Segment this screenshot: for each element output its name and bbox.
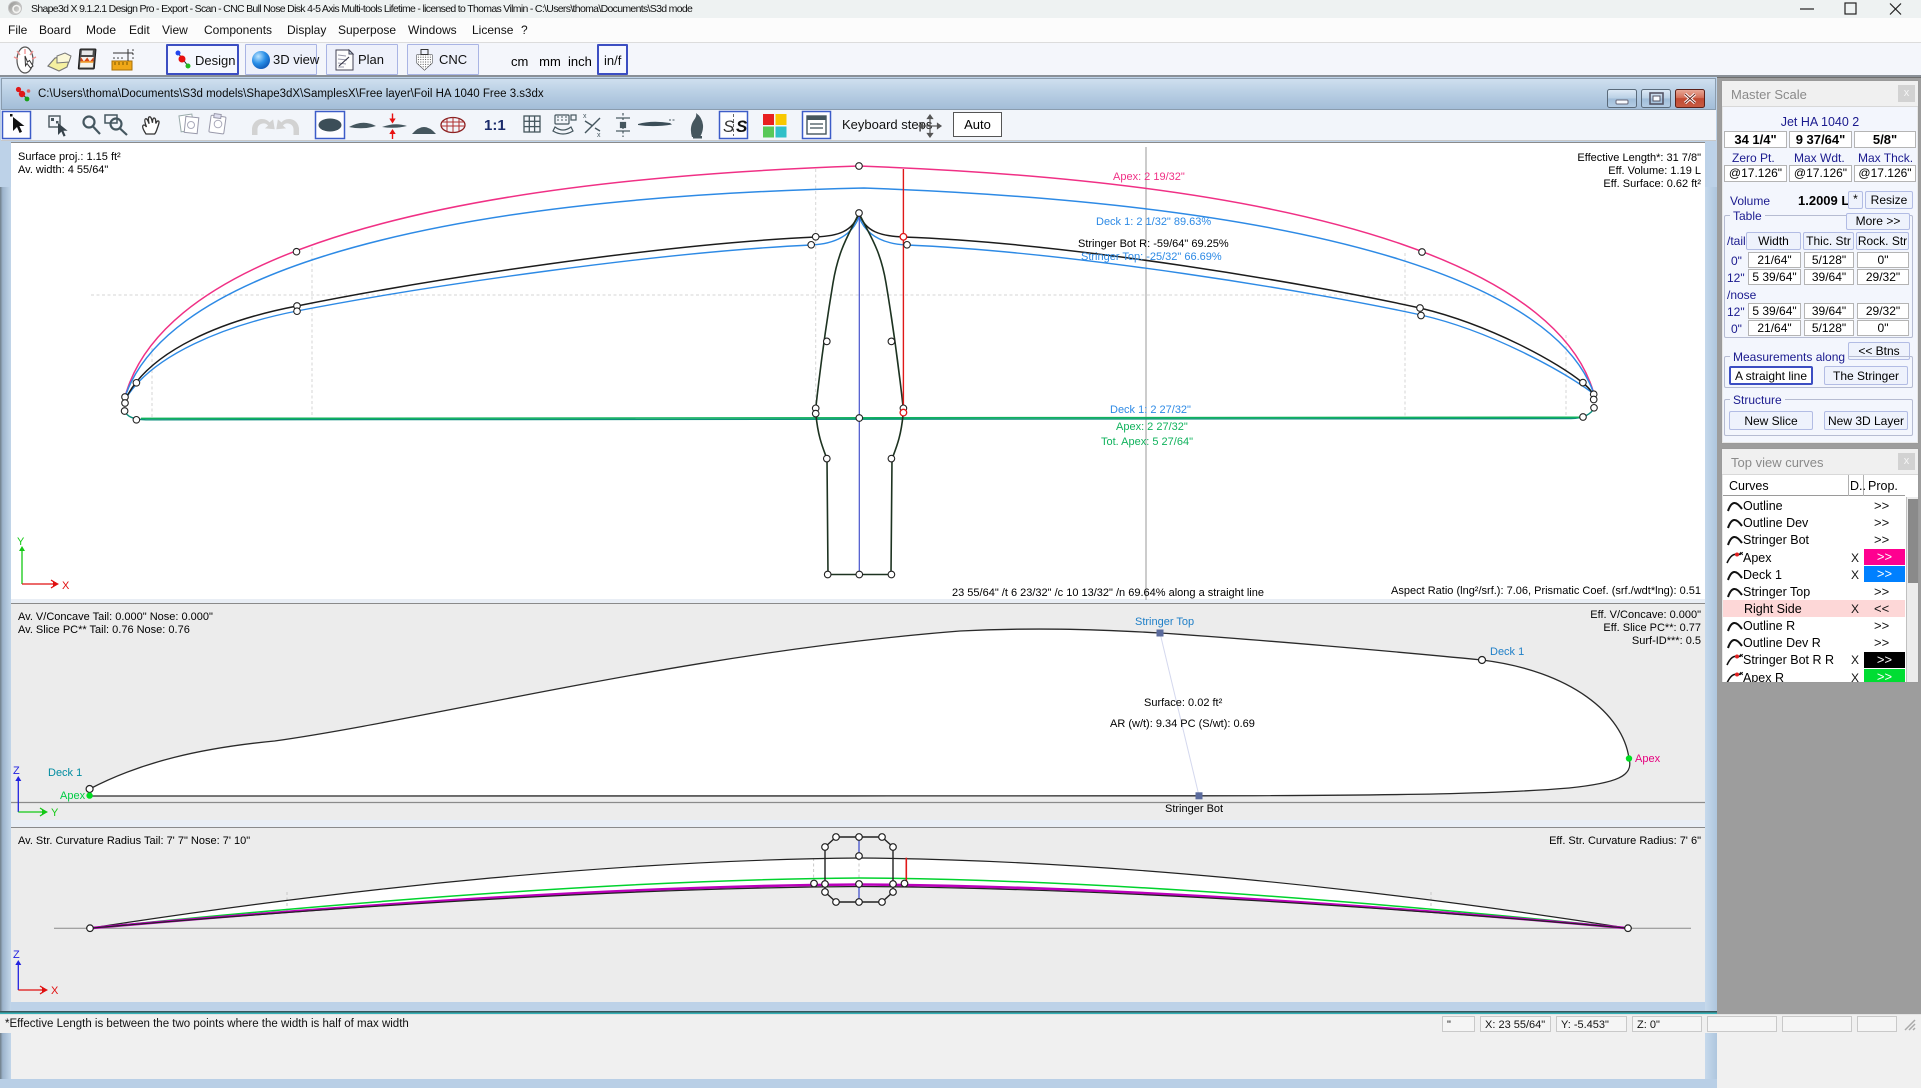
svg-text:Apex: 2 27/32": Apex: 2 27/32": [1116, 421, 1188, 433]
svg-text:Aspect Ratio (lng²/srf.): 7.0: Aspect Ratio (lng²/srf.): 7.06, Prismati…: [1391, 585, 1701, 597]
svg-text:x: x: [597, 132, 601, 139]
svg-text:23 55/64" /t 6 23/32" /c 10 13: 23 55/64" /t 6 23/32" /c 10 13/32" /n 69…: [952, 587, 1264, 599]
svg-text:X: X: [51, 985, 59, 997]
svg-text:Effective Length*: 31 7/8": Effective Length*: 31 7/8": [1577, 152, 1701, 164]
svg-text:Surface proj.: 1.15 ft²: Surface proj.: 1.15 ft²: [18, 151, 121, 163]
svg-text:Z: Z: [13, 765, 20, 777]
svg-text:AR (w/t): 9.34 PC (S/wt): 0.69: AR (w/t): 9.34 PC (S/wt): 0.69: [1110, 718, 1255, 730]
svg-text:Eff. Surface: 0.62 ft²: Eff. Surface: 0.62 ft²: [1603, 178, 1701, 190]
svg-text:x: x: [583, 113, 587, 120]
svg-text:S: S: [736, 117, 748, 136]
svg-text:Apex: Apex: [1635, 753, 1661, 765]
svg-text:Deck 1: 2 27/32": Deck 1: 2 27/32": [1110, 404, 1191, 416]
svg-text:Eff. Slice PC**: 0.77: Eff. Slice PC**: 0.77: [1603, 622, 1701, 634]
svg-text:Av. width: 4 55/64": Av. width: 4 55/64": [18, 164, 108, 176]
svg-text:Deck 1: Deck 1: [48, 767, 82, 779]
svg-text:Av. Slice PC** Tail: 0.76 Nos: Av. Slice PC** Tail: 0.76 Nose: 0.76: [18, 624, 190, 636]
svg-text:1:1: 1:1: [484, 117, 506, 134]
svg-text:Eff. V/Concave: 0.000": Eff. V/Concave: 0.000": [1590, 609, 1701, 621]
svg-text:Keyboard steps: Keyboard steps: [842, 117, 933, 132]
svg-text:Surface: 0.02 ft²: Surface: 0.02 ft²: [1144, 697, 1223, 709]
svg-text:Eff. Volume: 1.19 L: Eff. Volume: 1.19 L: [1608, 165, 1701, 177]
svg-text:Deck 1: 2 1/32" 89.63%: Deck 1: 2 1/32" 89.63%: [1096, 216, 1211, 228]
svg-text:Av. V/Concave Tail: 0.000" Nos: Av. V/Concave Tail: 0.000" Nose: 0.000": [18, 611, 213, 623]
svg-text:Apex: 2 19/32": Apex: 2 19/32": [1113, 171, 1185, 183]
svg-text:Z: Z: [13, 949, 20, 961]
svg-text:Y: Y: [17, 536, 25, 548]
svg-text:Apex: Apex: [60, 790, 86, 802]
svg-text:Stringer Top: -25/32" 66.69%: Stringer Top: -25/32" 66.69%: [1081, 251, 1222, 263]
svg-text:Eff. Str. Curvature Radius: 7': Eff. Str. Curvature Radius: 7' 6": [1549, 835, 1701, 847]
svg-text:Stringer Top: Stringer Top: [1135, 616, 1194, 628]
svg-text:Stringer Bot R: -59/64" 69.25%: Stringer Bot R: -59/64" 69.25%: [1078, 238, 1229, 250]
svg-text:Deck 1: Deck 1: [1490, 646, 1524, 658]
svg-text:Stringer Bot: Stringer Bot: [1165, 803, 1223, 815]
svg-text:Y: Y: [51, 807, 59, 819]
svg-text:Tot. Apex: 5 27/64": Tot. Apex: 5 27/64": [1101, 436, 1193, 448]
svg-text:X: X: [62, 580, 70, 592]
svg-text:Av. Str. Curvature Radius Tail: Av. Str. Curvature Radius Tail: 7' 7" No…: [18, 835, 250, 847]
svg-text:Surf-ID***: 0.5: Surf-ID***: 0.5: [1632, 635, 1701, 647]
